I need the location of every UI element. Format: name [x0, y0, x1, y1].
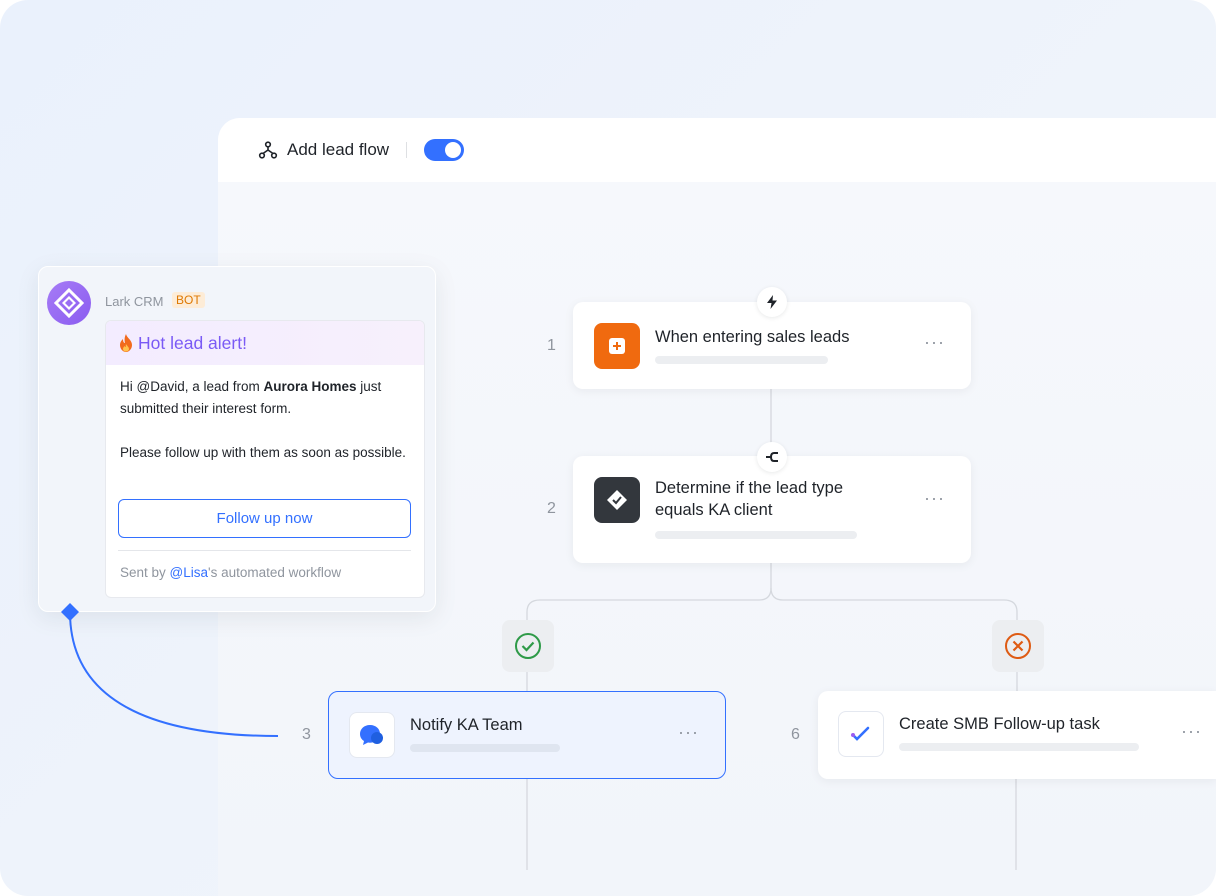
message-body: Hi @David, a lead from Aurora Homes just…	[106, 365, 424, 464]
alert-title: Hot lead alert!	[138, 332, 247, 353]
message-footer: Sent by @Lisa's automated workflow	[120, 565, 341, 580]
step-number: 2	[547, 500, 556, 517]
message-divider	[118, 550, 411, 551]
chat-bubbles-icon	[349, 712, 395, 758]
fire-icon	[119, 334, 133, 352]
node-text: Create SMB Follow-up task	[899, 711, 1139, 751]
sender-name: Lark CRM	[105, 294, 164, 309]
placeholder-bar	[410, 744, 560, 752]
check-circle-icon	[502, 620, 554, 672]
node-title: Create SMB Follow-up task	[899, 715, 1100, 733]
node-create-smb-task[interactable]: Create SMB Follow-up task ···	[818, 691, 1216, 779]
node-title-line1: Determine if the lead type	[655, 479, 844, 497]
node-notify-ka-team[interactable]: Notify KA Team ···	[328, 691, 726, 779]
step-number: 6	[791, 726, 800, 743]
bot-badge: BOT	[172, 292, 205, 308]
node-text: Notify KA Team	[410, 712, 560, 752]
plus-square-icon	[594, 323, 640, 369]
body-prefix: Hi @David, a lead from	[120, 379, 264, 394]
background: Add lead flow 1 When entering sales lead…	[0, 0, 1216, 896]
follow-up-button[interactable]: Follow up now	[118, 499, 411, 538]
more-icon[interactable]: ···	[1181, 721, 1202, 742]
branch-icon	[757, 442, 787, 472]
footer-prefix: Sent by	[120, 565, 170, 580]
node-title: When entering sales leads	[655, 328, 850, 346]
placeholder-bar	[655, 531, 857, 539]
node-title-line2: equals KA client	[655, 501, 773, 519]
step-number: 1	[547, 337, 556, 354]
check-diamond-icon	[594, 477, 640, 523]
lark-crm-avatar	[47, 281, 91, 325]
task-check-icon	[838, 711, 884, 757]
x-circle-icon	[992, 620, 1044, 672]
placeholder-bar	[655, 356, 828, 364]
lightning-icon	[757, 287, 787, 317]
footer-suffix: 's automated workflow	[208, 565, 342, 580]
placeholder-bar	[899, 743, 1139, 751]
more-icon[interactable]: ···	[924, 332, 945, 353]
node-text: Determine if the lead type equals KA cli…	[655, 477, 857, 539]
step-number: 3	[302, 726, 311, 743]
connection-anchor-icon	[61, 603, 79, 621]
bot-message-card: Lark CRM BOT Hot lead alert! Hi @David, …	[38, 266, 436, 612]
message-bubble: Hot lead alert! Hi @David, a lead from A…	[105, 320, 425, 598]
message-paragraph-2: Please follow up with them as soon as po…	[120, 445, 406, 460]
more-icon[interactable]: ···	[924, 488, 945, 509]
node-text: When entering sales leads	[655, 323, 849, 364]
footer-mention[interactable]: @Lisa	[170, 565, 208, 580]
more-icon[interactable]: ···	[678, 722, 699, 743]
node-title: Notify KA Team	[410, 716, 523, 734]
company-name: Aurora Homes	[263, 379, 357, 394]
message-paragraph-1: Hi @David, a lead from Aurora Homes just…	[120, 376, 410, 420]
alert-header: Hot lead alert!	[106, 321, 424, 365]
node-condition-ka-client[interactable]: Determine if the lead type equals KA cli…	[573, 456, 971, 563]
